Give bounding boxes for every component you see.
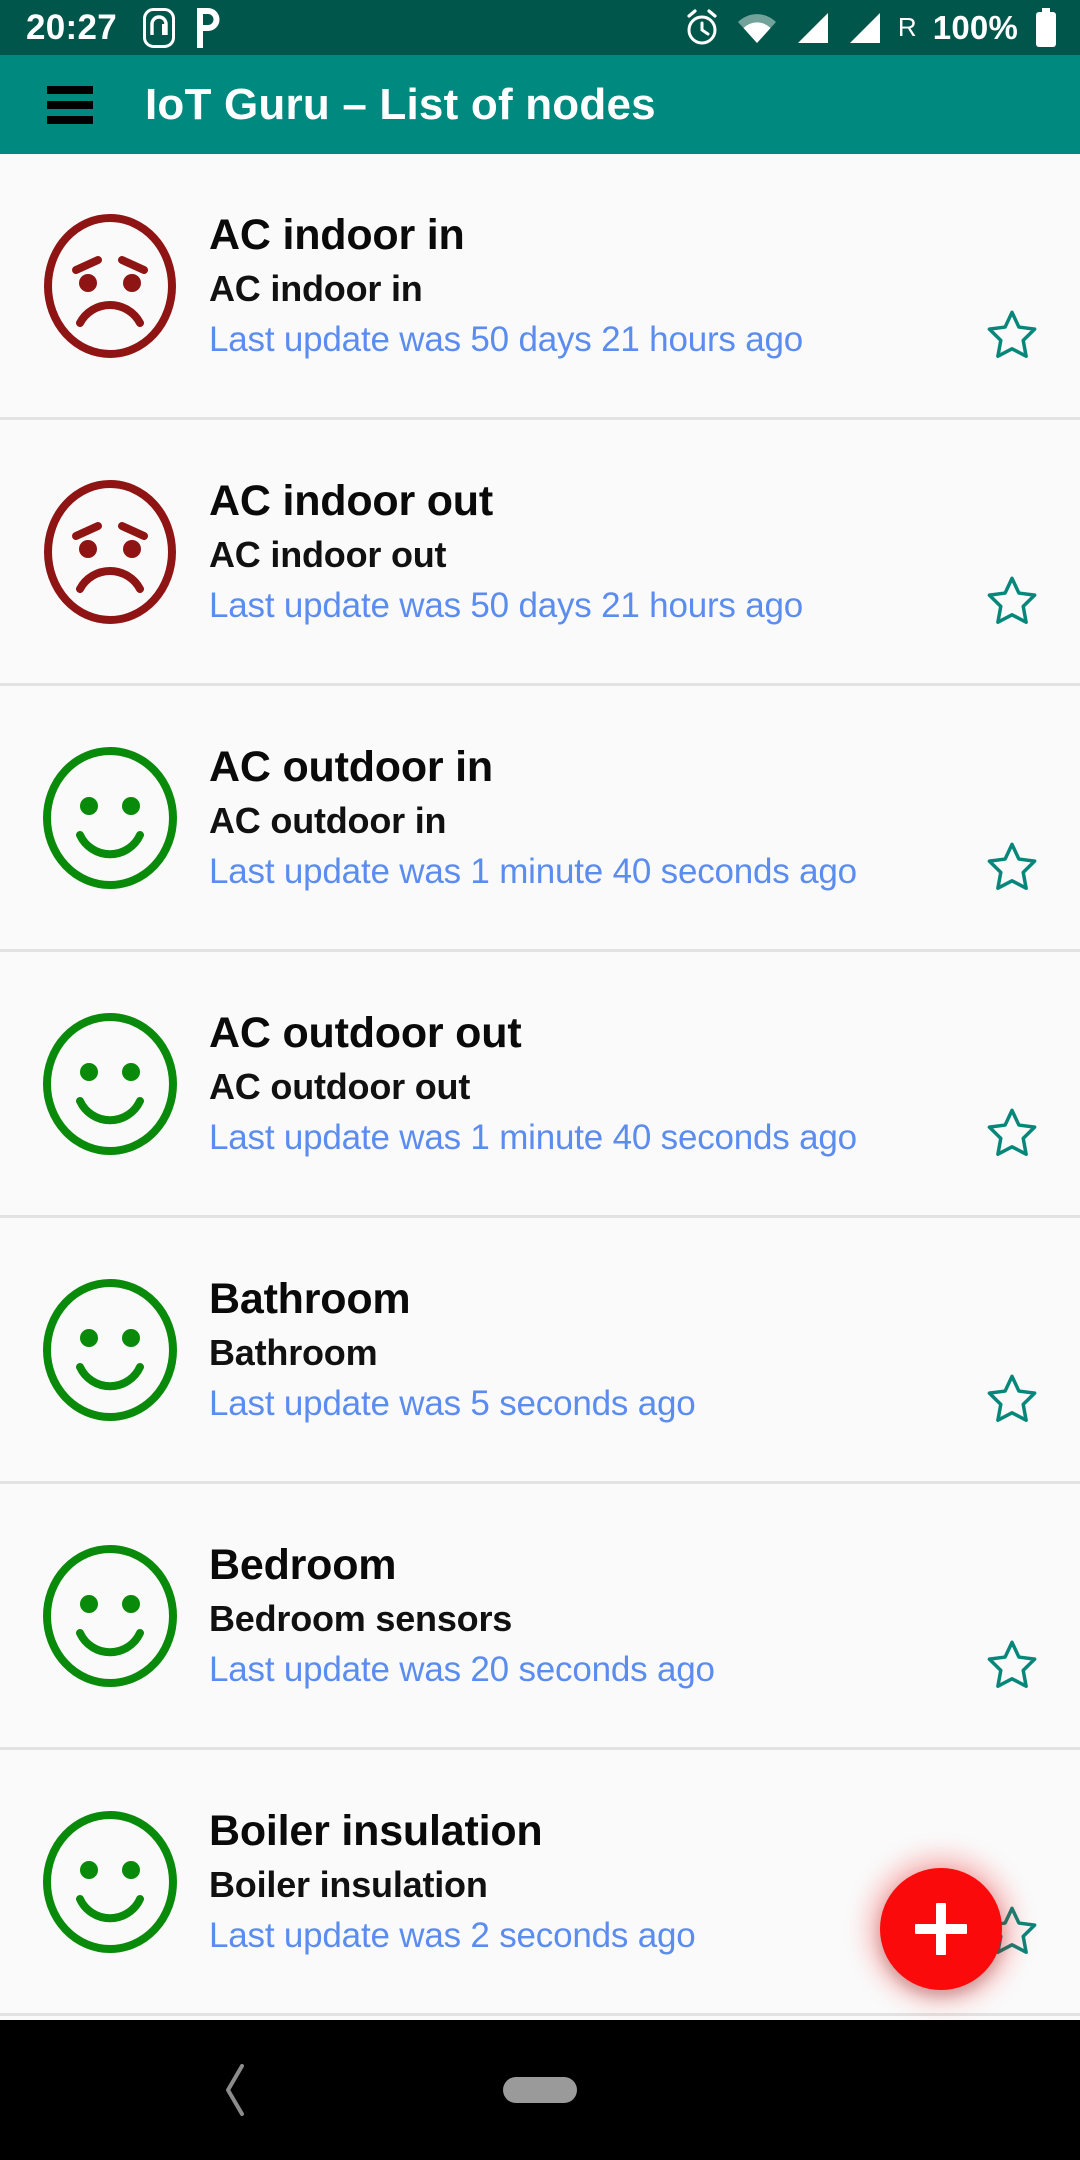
status-bar-clock: 20:27: [26, 8, 118, 47]
status-happy-icon: [36, 1010, 184, 1158]
hamburger-bar: [47, 100, 93, 109]
node-last-update: Last update was 50 days 21 hours ago: [209, 585, 804, 625]
back-chevron-icon[interactable]: [205, 2060, 265, 2120]
node-text-block: AC outdoor in AC outdoor in Last update wa…: [209, 741, 952, 894]
wifi-icon: [736, 11, 778, 45]
parking-p-icon: [195, 7, 221, 48]
favorite-toggle[interactable]: [952, 1483, 1072, 1749]
roaming-indicator: R: [897, 12, 917, 42]
happy-face-icon: [43, 1810, 177, 1953]
status-bar: 20:27 R 100%: [0, 0, 1080, 55]
hamburger-bar: [47, 85, 93, 94]
battery-icon: [1034, 7, 1058, 48]
node-title: Boiler insulation: [209, 1807, 543, 1856]
alarm-icon: [684, 8, 720, 47]
node-title: AC outdoor in: [209, 743, 493, 792]
status-bar-system-icons: R 100%: [684, 7, 1058, 48]
node-subtitle: AC outdoor out: [209, 1065, 471, 1107]
status-sad-icon: [36, 212, 184, 360]
node-subtitle: AC indoor in: [209, 267, 423, 309]
add-node-fab[interactable]: [880, 1868, 1002, 1990]
signal-icon: [794, 11, 830, 45]
node-title: Bathroom: [209, 1275, 411, 1324]
favorite-toggle[interactable]: [952, 154, 1072, 419]
status-bar-notification-icons: [143, 7, 221, 48]
status-happy-icon: [36, 1276, 184, 1424]
node-subtitle: Boiler insulation: [209, 1863, 488, 1905]
node-last-update: Last update was 5 seconds ago: [209, 1383, 696, 1423]
node-text-block: AC indoor in AC indoor in Last update was …: [209, 209, 952, 362]
phone-screen: 20:27 R 100% IoT Guru – List of nodes AC…: [0, 0, 1080, 2160]
node-text-block: Bathroom Bathroom Last update was 5 second…: [209, 1273, 952, 1426]
favorite-toggle[interactable]: [952, 419, 1072, 685]
system-navigation-bar: [0, 2020, 1080, 2160]
node-text-block: Bedroom Bedroom sensors Last update was 20…: [209, 1539, 952, 1692]
node-list-item[interactable]: Bathroom Bathroom Last update was 5 second…: [0, 1218, 1080, 1484]
favorite-star-icon: [987, 1374, 1037, 1422]
status-sad-icon: [36, 478, 184, 626]
app-bar: IoT Guru – List of nodes: [0, 55, 1080, 154]
node-title: Bedroom: [209, 1541, 397, 1590]
happy-face-icon: [43, 1544, 177, 1687]
battery-percent-label: 100%: [932, 8, 1018, 46]
favorite-toggle[interactable]: [952, 1217, 1072, 1483]
node-subtitle: Bedroom sensors: [209, 1597, 513, 1639]
node-title: AC indoor out: [209, 477, 493, 526]
favorite-toggle[interactable]: [952, 951, 1072, 1217]
plus-icon: [936, 1903, 946, 1955]
node-list-item[interactable]: Bedroom Bedroom sensors Last update was 20…: [0, 1484, 1080, 1750]
favorite-star-icon: [987, 842, 1037, 890]
node-list-item[interactable]: AC outdoor out AC outdoor out Last update …: [0, 952, 1080, 1218]
sad-face-icon: [44, 479, 176, 624]
page-title: IoT Guru – List of nodes: [145, 79, 656, 129]
happy-face-icon: [43, 746, 177, 889]
node-title: AC outdoor out: [209, 1009, 522, 1058]
node-list-item[interactable]: AC outdoor in AC outdoor in Last update wa…: [0, 686, 1080, 952]
favorite-star-icon: [987, 1108, 1037, 1156]
sad-face-icon: [44, 213, 176, 358]
signal-icon: [846, 11, 882, 45]
mi-app-icon: [143, 7, 176, 48]
node-text-block: AC indoor out AC indoor out Last update wa…: [209, 475, 952, 628]
hamburger-bar: [47, 115, 93, 124]
favorite-star-icon: [987, 576, 1037, 624]
node-list-item[interactable]: AC indoor out AC indoor out Last update wa…: [0, 420, 1080, 686]
hamburger-icon[interactable]: [47, 85, 93, 124]
node-subtitle: Bathroom: [209, 1331, 378, 1373]
favorite-star-icon: [987, 1640, 1037, 1688]
status-happy-icon: [36, 744, 184, 892]
node-text-block: Boiler insulation Boiler insulation Last u…: [209, 1805, 952, 1958]
node-list-item[interactable]: AC indoor in AC indoor in Last update was …: [0, 154, 1080, 420]
node-last-update: Last update was 1 minute 40 seconds ago: [209, 1117, 857, 1157]
node-last-update: Last update was 2 seconds ago: [209, 1915, 696, 1955]
home-pill-icon[interactable]: [503, 2077, 577, 2103]
favorite-toggle[interactable]: [952, 685, 1072, 951]
node-subtitle: AC indoor out: [209, 533, 447, 575]
node-text-block: AC outdoor out AC outdoor out Last update …: [209, 1007, 952, 1160]
node-last-update: Last update was 20 seconds ago: [209, 1649, 715, 1689]
node-last-update: Last update was 50 days 21 hours ago: [209, 319, 804, 359]
happy-face-icon: [43, 1012, 177, 1155]
node-list[interactable]: AC indoor in AC indoor in Last update was …: [0, 154, 1080, 2020]
status-happy-icon: [36, 1808, 184, 1956]
node-subtitle: AC outdoor in: [209, 799, 447, 841]
happy-face-icon: [43, 1278, 177, 1421]
node-title: AC indoor in: [209, 211, 465, 260]
status-happy-icon: [36, 1542, 184, 1690]
favorite-star-icon: [987, 310, 1037, 358]
node-last-update: Last update was 1 minute 40 seconds ago: [209, 851, 857, 891]
